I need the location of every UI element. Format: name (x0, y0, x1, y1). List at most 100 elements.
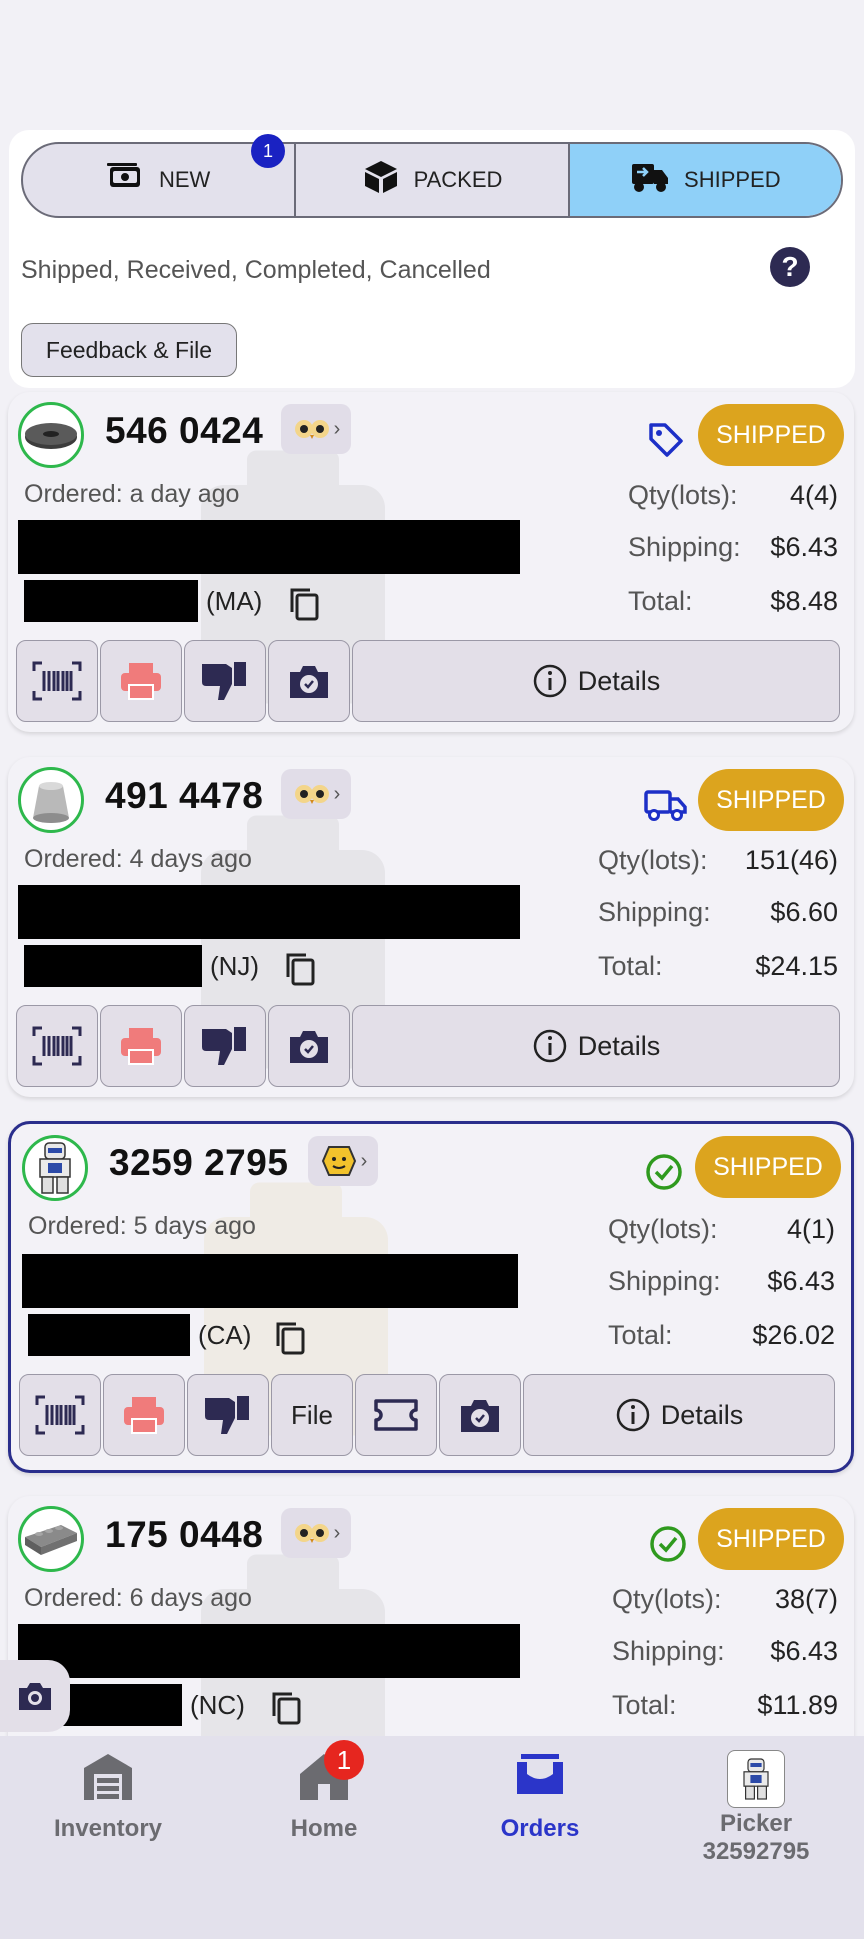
filter-description: Shipped, Received, Completed, Cancelled (21, 256, 491, 284)
file-button[interactable]: File (271, 1374, 353, 1456)
redacted-buyer-name (18, 1624, 520, 1678)
qty-label: Qty(lots): (608, 1214, 718, 1244)
camera-check-icon (461, 1400, 499, 1432)
buyer-state: (NC) (190, 1690, 245, 1720)
shipping-value: $6.60 (770, 897, 838, 927)
nav-inventory[interactable]: Inventory (0, 1736, 216, 1939)
barcode-button[interactable] (16, 1005, 98, 1087)
thumbs-down-icon (205, 1396, 249, 1434)
package-icon (362, 159, 400, 201)
new-count-badge: 1 (251, 134, 285, 168)
total-label: Total: (628, 586, 693, 616)
order-card-selected[interactable]: 3259 2795 › SHIPPED Ordered: 5 days ago … (8, 1121, 854, 1473)
thumbs-down-button[interactable] (184, 1005, 266, 1087)
owl-icon (294, 785, 329, 804)
qty-label: Qty(lots): (612, 1584, 722, 1614)
order-actions: Details (16, 1005, 840, 1087)
feedback-file-button[interactable]: Feedback & File (21, 323, 237, 377)
details-button[interactable]: Details (352, 640, 840, 722)
redacted-buyer-name (18, 520, 520, 574)
order-card[interactable]: 491 4478 › SHIPPED Ordered: 4 days ago (… (8, 757, 854, 1097)
buyer-state: (MA) (206, 586, 263, 616)
thumbs-down-button[interactable] (184, 640, 266, 722)
camera-button[interactable] (268, 640, 350, 722)
thumbs-down-icon (202, 1027, 246, 1065)
nav-orders[interactable]: Orders (432, 1736, 648, 1939)
tag-icon (644, 420, 688, 460)
cash-icon (107, 162, 145, 198)
chevron-right-icon: › (333, 1521, 341, 1544)
qty-label: Qty(lots): (598, 845, 708, 875)
truck-icon (630, 160, 670, 200)
order-date: Ordered: a day ago (24, 480, 240, 508)
nav-home-label: Home (290, 1815, 358, 1842)
ticket-button[interactable] (355, 1374, 437, 1456)
order-number[interactable]: 175 0448 (105, 1514, 263, 1556)
status-badge: SHIPPED (695, 1136, 841, 1198)
shipping-label: Shipping: (628, 532, 741, 562)
nav-home[interactable]: 1 Home (216, 1736, 432, 1939)
source-owl-button[interactable]: › (281, 769, 351, 819)
camera-button[interactable] (439, 1374, 521, 1456)
nav-orders-label: Orders (500, 1815, 580, 1842)
order-actions: File Details (19, 1374, 835, 1456)
print-button[interactable] (103, 1374, 185, 1456)
help-icon[interactable]: ? (770, 247, 810, 287)
copy-icon[interactable] (284, 951, 316, 987)
order-date: Ordered: 4 days ago (24, 845, 252, 873)
barcode-button[interactable] (16, 640, 98, 722)
camera-icon (19, 1683, 51, 1710)
nav-inventory-label: Inventory (53, 1815, 163, 1842)
total-value: $11.89 (757, 1690, 838, 1720)
ticket-icon (374, 1399, 418, 1431)
print-button[interactable] (100, 640, 182, 722)
copy-icon[interactable] (274, 1320, 306, 1356)
order-number[interactable]: 491 4478 (105, 775, 263, 817)
chevron-right-icon: › (333, 782, 341, 805)
truck-icon (644, 785, 688, 825)
print-button[interactable] (100, 1005, 182, 1087)
nav-picker[interactable]: Picker 32592795 (648, 1736, 864, 1939)
order-card[interactable]: 546 0424 › SHIPPED Ordered: a day ago (M… (8, 392, 854, 732)
copy-icon[interactable] (288, 586, 320, 622)
qty-label: Qty(lots): (628, 480, 738, 510)
qty-value: 4(4) (789, 480, 838, 510)
order-number[interactable]: 546 0424 (105, 410, 263, 452)
status-badge: SHIPPED (698, 404, 844, 466)
chevron-right-icon: › (360, 1149, 368, 1172)
part-thumbnail (18, 1506, 84, 1572)
status-badge: SHIPPED (698, 1508, 844, 1570)
inbox-icon (517, 1754, 563, 1794)
total-label: Total: (612, 1690, 677, 1720)
owl-icon (294, 420, 329, 439)
redacted-buyer-name (22, 1254, 518, 1308)
camera-button[interactable] (268, 1005, 350, 1087)
part-thumbnail (18, 767, 84, 833)
tab-shipped[interactable]: SHIPPED (569, 144, 841, 216)
info-icon (533, 664, 566, 698)
bottom-navigation: Inventory 1 Home Orders Picker 32592795 (0, 1736, 864, 1939)
status-filter-card: NEW PACKED SHIPPED 1 Shipped, Received, … (9, 130, 855, 388)
details-button[interactable]: Details (352, 1005, 840, 1087)
tab-packed-label: PACKED (413, 167, 503, 192)
total-value: $26.02 (752, 1320, 835, 1350)
nav-picker-sublabel: 32592795 (702, 1838, 810, 1865)
redacted-buyer-id (24, 580, 198, 622)
check-circle-icon (646, 1524, 690, 1564)
barcode-icon (32, 1026, 82, 1066)
camera-fab-button[interactable] (0, 1660, 70, 1732)
order-number[interactable]: 3259 2795 (109, 1142, 288, 1184)
barcode-button[interactable] (19, 1374, 101, 1456)
source-owl-button[interactable]: › (281, 404, 351, 454)
details-button[interactable]: Details (523, 1374, 835, 1456)
details-label: Details (660, 1399, 744, 1430)
source-owl-button[interactable]: › (281, 1508, 351, 1558)
tab-shipped-label: SHIPPED (684, 167, 781, 192)
copy-icon[interactable] (270, 1690, 302, 1726)
thumbs-down-button[interactable] (187, 1374, 269, 1456)
total-value: $24.15 (755, 951, 838, 981)
check-circle-icon (642, 1152, 686, 1192)
redacted-buyer-name (18, 885, 520, 939)
source-lego-button[interactable]: › (308, 1136, 378, 1186)
tab-packed[interactable]: PACKED (296, 144, 570, 216)
